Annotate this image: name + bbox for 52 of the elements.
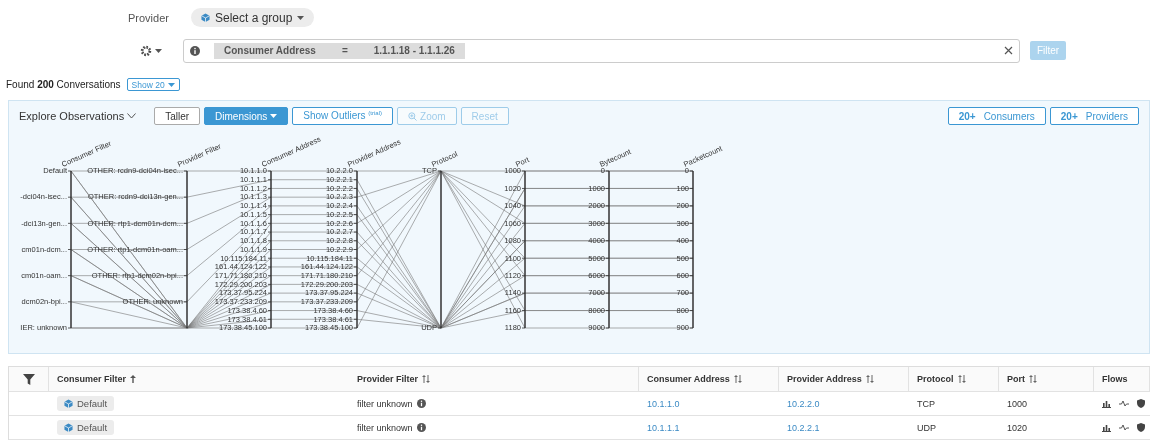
column-header[interactable]: Consumer Filter [49,367,349,391]
sort-ascending-icon [130,375,136,383]
caret-icon [297,15,305,20]
activity-icon[interactable] [1119,400,1129,407]
info-icon [416,399,426,408]
info-icon [416,423,426,432]
shield-icon[interactable] [1137,423,1145,432]
table-cell: TCP [917,398,935,409]
caret-icon [167,82,175,87]
filter-tag[interactable]: Default [57,420,115,435]
bar-chart-icon[interactable] [1102,399,1111,408]
toolbar-button[interactable]: Taller [154,107,201,125]
caret-icon [270,114,278,118]
shield-icon[interactable] [1137,399,1145,408]
activity-icon[interactable] [1119,424,1129,431]
info-icon [190,46,200,56]
filter-tag[interactable]: Default [57,396,115,411]
group-select[interactable]: Select a group [190,8,315,28]
address-link[interactable]: 10.1.1.0 [647,398,680,409]
search-field[interactable]: Consumer Address = 1.1.1.18 - 1.1.1.26 [183,39,1020,63]
table-cell: 1020 [1007,422,1028,433]
column-header[interactable]: Port [999,367,1094,391]
explore-toggle[interactable]: Explore Observations [19,110,137,122]
cube-icon [64,423,73,432]
cube-icon [64,399,73,408]
address-link[interactable]: 10.2.2.0 [787,398,820,409]
filter-icon[interactable] [23,373,35,385]
results-summary: Found 200 Conversations [6,79,121,91]
close-icon[interactable] [1004,46,1013,56]
provider-label: Provider [128,11,169,24]
zoom-in-icon [408,111,418,121]
sort-icon [1029,375,1037,383]
chevron-down-icon [127,113,137,119]
sort-icon [865,375,874,383]
cube-icon [200,13,210,23]
column-header: Flows [1094,367,1150,391]
table-cell: 1000 [1007,398,1028,409]
table-cell: filter unknown [357,422,413,433]
column-header[interactable]: Provider Address [779,367,909,391]
sort-icon [733,375,742,383]
bar-chart-icon[interactable] [1102,423,1111,432]
column-header[interactable]: Provider Filter [349,367,639,391]
sort-icon [957,375,966,383]
filter-chip[interactable]: Consumer Address = 1.1.1.18 - 1.1.1.26 [214,43,465,59]
address-link[interactable]: 10.1.1.1 [647,422,680,433]
column-header[interactable]: Consumer Address [639,367,779,391]
table-cell: UDP [917,422,936,433]
address-link[interactable]: 10.2.2.1 [787,422,820,433]
table-cell: filter unknown [357,398,413,409]
column-header[interactable]: Protocol [909,367,999,391]
caret-icon [155,49,162,53]
sort-icon [422,375,431,383]
